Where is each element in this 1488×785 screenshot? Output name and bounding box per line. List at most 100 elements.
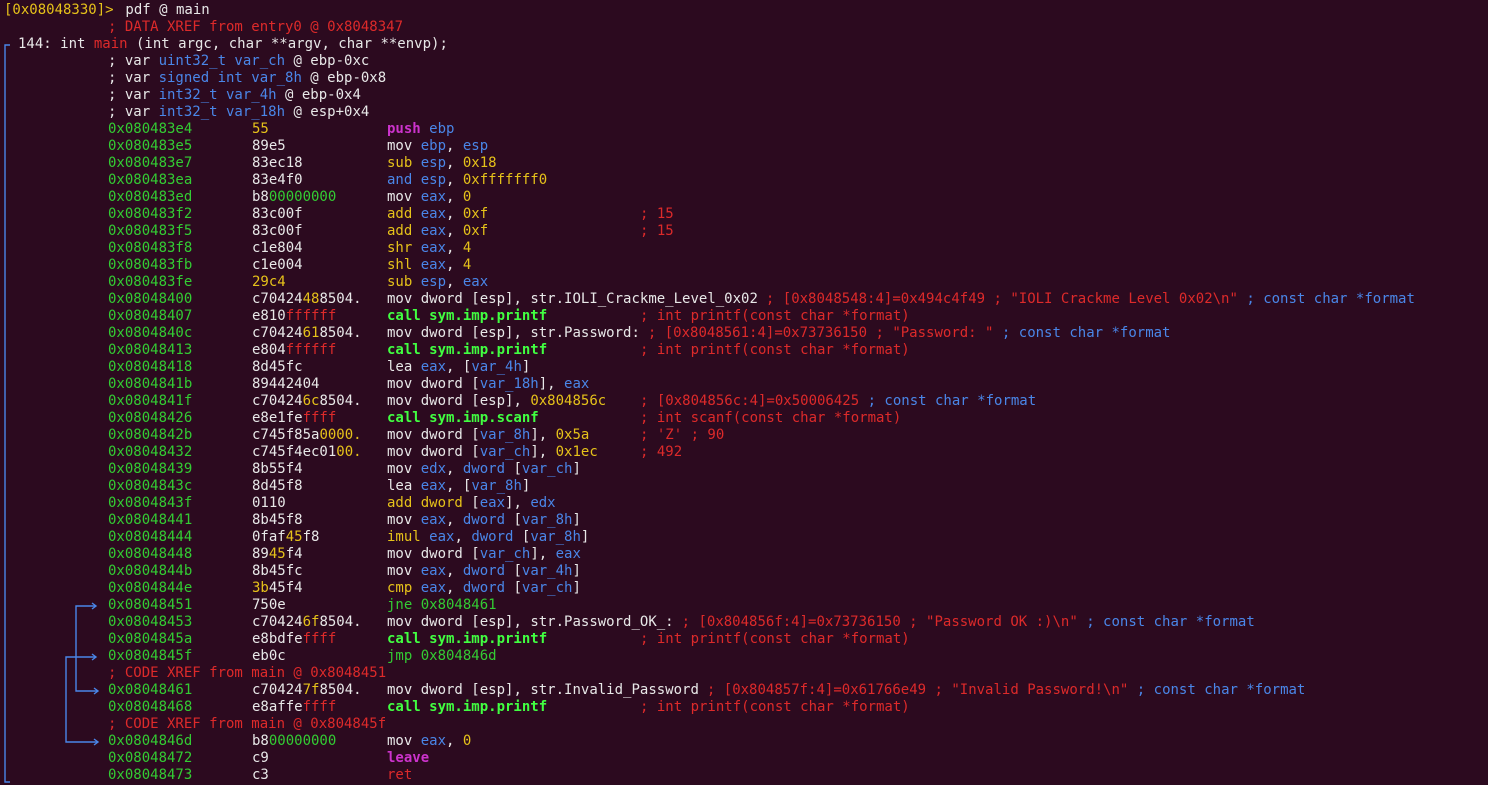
mnemonic-segment: eax bbox=[420, 223, 447, 239]
instruction-address[interactable]: 0x08048400 bbox=[108, 291, 192, 308]
instruction-address[interactable]: 0x08048439 bbox=[108, 461, 192, 478]
instruction-address[interactable]: 0x08048448 bbox=[108, 546, 192, 563]
opcode-bytes-segment: c70424 bbox=[252, 325, 303, 341]
opcode-bytes: 8b45fc bbox=[252, 563, 303, 580]
opcode-bytes-segment: c1e004 bbox=[252, 257, 303, 273]
instruction-address[interactable]: 0x0804844b bbox=[108, 563, 192, 580]
mnemonic: call sym.imp.printf bbox=[387, 342, 547, 359]
mnemonic: lea eax, [var_4h] bbox=[387, 359, 530, 376]
instruction-address[interactable]: 0x08048432 bbox=[108, 444, 192, 461]
instruction-address[interactable]: 0x0804841b bbox=[108, 376, 192, 393]
instruction-address[interactable]: 0x080483e5 bbox=[108, 138, 192, 155]
instruction-address[interactable]: 0x080483f2 bbox=[108, 206, 192, 223]
opcode-bytes-segment: 61 bbox=[302, 325, 320, 341]
mnemonic: call sym.imp.printf bbox=[387, 308, 547, 325]
opcode-bytes-segment: 55 bbox=[252, 121, 269, 137]
instruction-address[interactable]: 0x080483f5 bbox=[108, 223, 192, 240]
mnemonic: mov dword [esp], str.Password_OK_: bbox=[387, 614, 674, 631]
instruction-address[interactable]: 0x0804842b bbox=[108, 427, 192, 444]
instruction-address[interactable]: 0x08048468 bbox=[108, 699, 192, 716]
header-text-segment: (int argc, char **argv, char **envp); bbox=[127, 36, 448, 52]
header-text-segment: ; var bbox=[108, 104, 159, 120]
instruction-address[interactable]: 0x08048472 bbox=[108, 750, 192, 767]
mnemonic-segment: ], bbox=[530, 546, 556, 562]
instruction-address[interactable]: 0x08048444 bbox=[108, 529, 192, 546]
opcode-bytes: c1e004 bbox=[252, 257, 303, 274]
mnemonic-segment: [ bbox=[513, 461, 522, 477]
header-text: ; DATA XREF from entry0 @ 0x8048347 bbox=[108, 19, 403, 36]
instruction-address[interactable]: 0x08048453 bbox=[108, 614, 192, 631]
mnemonic-segment: mov dword bbox=[387, 682, 472, 698]
header-text-segment: ; var bbox=[108, 70, 159, 86]
mnemonic-segment: eax bbox=[420, 512, 447, 528]
mnemonic-segment: dword bbox=[462, 512, 514, 528]
mnemonic-segment: mov bbox=[387, 563, 421, 579]
mnemonic-segment: str.Invalid_Password bbox=[530, 682, 699, 698]
prompt-command[interactable]: pdf @ main bbox=[117, 2, 209, 19]
instruction-address[interactable]: 0x080483fe bbox=[108, 274, 192, 291]
inline-comment-segment: ; int printf(const char *format) bbox=[640, 342, 910, 358]
mnemonic-segment: var_4h bbox=[471, 359, 522, 375]
opcode-bytes-segment: 8504. bbox=[319, 325, 362, 341]
opcode-bytes-segment: ffff bbox=[302, 631, 337, 647]
instruction-address[interactable]: 0x08048413 bbox=[108, 342, 192, 359]
instruction-address[interactable]: 0x080483f8 bbox=[108, 240, 192, 257]
mnemonic: mov dword [esp], str.IOLI_Crackme_Level_… bbox=[387, 291, 758, 308]
instruction-address[interactable]: 0x0804844e bbox=[108, 580, 192, 597]
mnemonic-segment: dword bbox=[462, 580, 514, 596]
instruction-address[interactable]: 0x080483ea bbox=[108, 172, 192, 189]
opcode-bytes-segment: 8b45fc bbox=[252, 563, 303, 579]
instruction-address[interactable]: 0x0804845a bbox=[108, 631, 192, 648]
mnemonic: mov eax, 0 bbox=[387, 733, 471, 750]
mnemonic-segment: eax bbox=[420, 240, 447, 256]
mnemonic-segment: mov dword bbox=[387, 614, 472, 630]
instruction-address[interactable]: 0x0804841f bbox=[108, 393, 192, 410]
instruction-address[interactable]: 0x080483fb bbox=[108, 257, 192, 274]
instruction-address[interactable]: 0x0804843c bbox=[108, 478, 192, 495]
instruction-address[interactable]: 0x080483e7 bbox=[108, 155, 192, 172]
opcode-bytes: 89442404 bbox=[252, 376, 319, 393]
instruction-address[interactable]: 0x0804843f bbox=[108, 495, 192, 512]
instruction-address[interactable]: 0x08048461 bbox=[108, 682, 192, 699]
mnemonic: call sym.imp.scanf bbox=[387, 410, 539, 427]
instruction-address[interactable]: 0x0804845f bbox=[108, 648, 192, 665]
inline-comment: ; int printf(const char *format) bbox=[640, 699, 910, 716]
instruction-address[interactable]: 0x080483ed bbox=[108, 189, 192, 206]
instruction-address[interactable]: 0x0804840c bbox=[108, 325, 192, 342]
mnemonic-segment: str.IOLI_Crackme_Level_0x02 bbox=[530, 291, 758, 307]
mnemonic: imul eax, dword [var_8h] bbox=[387, 529, 589, 546]
mnemonic-segment: ] bbox=[572, 580, 581, 596]
mnemonic-segment: call sym.imp.printf bbox=[387, 699, 548, 715]
opcode-bytes: 8b55f4 bbox=[252, 461, 303, 478]
instruction-address[interactable]: 0x08048451 bbox=[108, 597, 192, 614]
mnemonic-segment: var_8h bbox=[471, 478, 522, 494]
mnemonic-segment: 0 bbox=[462, 189, 472, 205]
opcode-bytes-segment: 00000000 bbox=[268, 733, 337, 749]
mnemonic-segment: 0x804856c bbox=[530, 393, 607, 409]
mnemonic: add dword [eax], edx bbox=[387, 495, 556, 512]
mnemonic: mov eax, 0 bbox=[387, 189, 471, 206]
instruction-address[interactable]: 0x08048426 bbox=[108, 410, 192, 427]
header-text-segment: @ esp+0x4 bbox=[285, 104, 370, 120]
opcode-bytes: b800000000 bbox=[252, 189, 336, 206]
opcode-bytes: e8bdfeffff bbox=[252, 631, 336, 648]
mnemonic-segment: var_8h bbox=[521, 512, 573, 528]
mnemonic-segment: shr bbox=[387, 240, 421, 256]
opcode-bytes-segment: ffffff bbox=[285, 308, 337, 324]
instruction-address[interactable]: 0x08048473 bbox=[108, 767, 192, 784]
instruction-address[interactable]: 0x080483e4 bbox=[108, 121, 192, 138]
opcode-bytes: 55 bbox=[252, 121, 269, 138]
mnemonic-segment: [ bbox=[513, 512, 522, 528]
mnemonic: call sym.imp.printf bbox=[387, 699, 547, 716]
opcode-bytes-segment: 00. bbox=[336, 444, 362, 460]
instruction-address[interactable]: 0x08048418 bbox=[108, 359, 192, 376]
instruction-address[interactable]: 0x08048407 bbox=[108, 308, 192, 325]
instruction-address[interactable]: 0x0804846d bbox=[108, 733, 192, 750]
mnemonic-segment: 0xfffffff0 bbox=[462, 172, 548, 188]
inline-comment: ; 492 bbox=[640, 444, 682, 461]
opcode-bytes: c745f85a0000. bbox=[252, 427, 362, 444]
mnemonic-segment: 4 bbox=[462, 257, 472, 273]
opcode-bytes-segment: 3b bbox=[252, 580, 269, 596]
instruction-address[interactable]: 0x08048441 bbox=[108, 512, 192, 529]
inline-comment: ; int printf(const char *format) bbox=[640, 308, 910, 325]
